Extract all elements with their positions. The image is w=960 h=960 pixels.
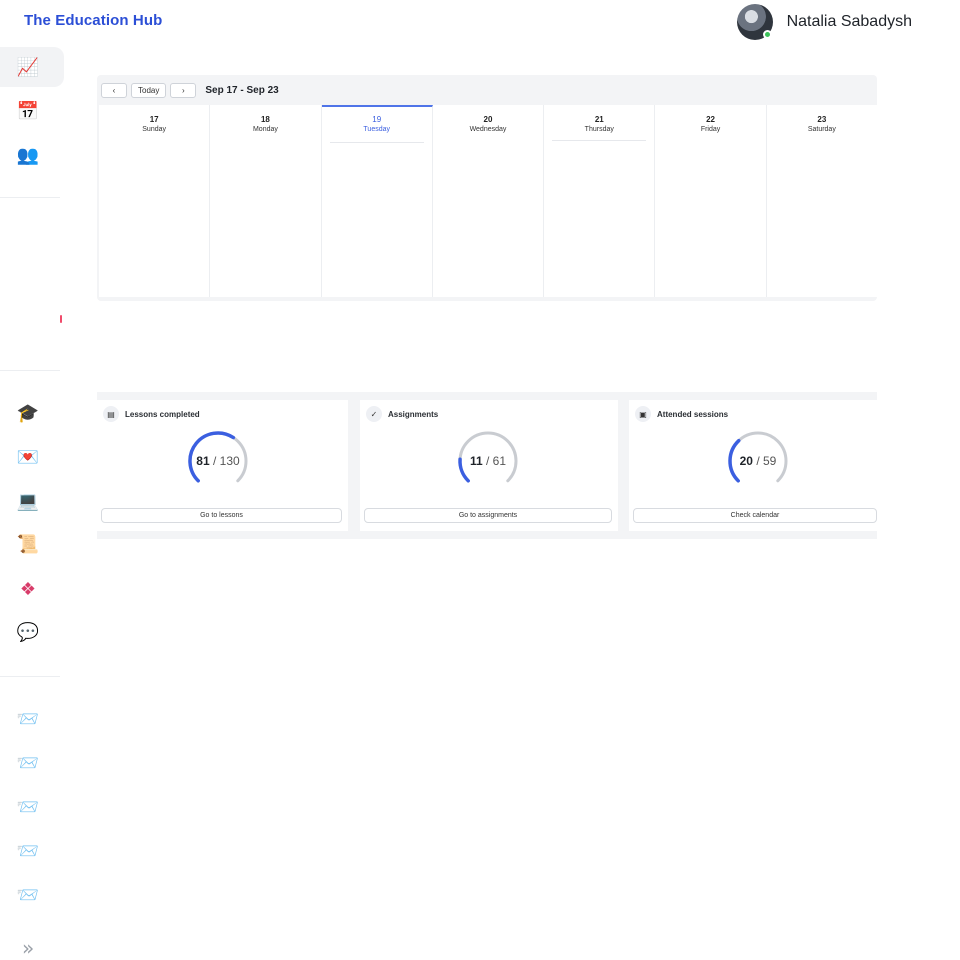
day-column[interactable]: 23 Saturday: [767, 105, 877, 297]
stat-done: 11: [469, 454, 483, 468]
inbox-icon: 📨: [16, 840, 40, 861]
day-column[interactable]: 21 Thursday: [544, 105, 656, 297]
sidebar-item-calendar[interactable]: 📅: [0, 91, 64, 131]
chat-bubble-icon: 💬: [16, 621, 40, 642]
stat-card-sessions: ▣ Attended sessions 20 / 59 Check calenda…: [629, 400, 877, 531]
sidebar-app-documents[interactable]: 📜: [0, 524, 64, 564]
day-divider: [552, 140, 647, 141]
calendar-toolbar: ‹ Today › Sep 17 - Sep 23: [97, 75, 877, 105]
inbox-icon: 📨: [16, 796, 40, 817]
sidebar-app-messages[interactable]: 💌: [0, 437, 64, 477]
notification-marker: [60, 315, 62, 323]
day-name: Sunday: [142, 126, 167, 133]
heart-letter-icon: 💌: [16, 446, 40, 467]
go-to-lessons-button[interactable]: Go to lessons: [101, 508, 342, 523]
day-column[interactable]: 18 Monday: [210, 105, 322, 297]
inbox-icon: 📨: [16, 884, 40, 905]
check-circle-icon: ✓: [366, 406, 382, 422]
session-icon: ▣: [635, 406, 651, 422]
day-number: 19: [372, 115, 382, 124]
laptop-icon: 💻: [16, 490, 40, 511]
day-name: Tuesday: [363, 126, 390, 133]
week-calendar: ‹ Today › Sep 17 - Sep 23 17 Sunday 18 Mon…: [97, 75, 877, 301]
stat-card-assignments: ✓ Assignments 11 / 61 Go to assignments: [360, 400, 618, 531]
slack-icon: ❖: [19, 578, 37, 599]
stat-total: 61: [492, 454, 507, 468]
calendar-icon: 📅: [16, 100, 40, 121]
day-number: 17: [149, 115, 159, 124]
go-to-assignments-button[interactable]: Go to assignments: [364, 508, 612, 523]
stat-done: 20: [739, 454, 753, 468]
chart-icon: 📈: [16, 56, 40, 77]
sidebar-app-chat[interactable]: 💬: [0, 612, 64, 652]
day-name: Thursday: [584, 126, 614, 133]
prev-week-button[interactable]: ‹: [101, 82, 127, 98]
check-calendar-button[interactable]: Check calendar: [633, 508, 877, 523]
sidebar-app-laptop[interactable]: 💻: [0, 481, 64, 521]
app-title[interactable]: The Education Hub: [24, 12, 162, 29]
stat-total: 130: [219, 454, 240, 468]
stat-done: 81: [196, 454, 210, 468]
day-column[interactable]: 22 Friday: [655, 105, 767, 297]
sidebar-divider: [0, 197, 60, 198]
user-profile[interactable]: Natalia Sabadysh: [736, 4, 912, 40]
online-status-dot: [762, 30, 772, 39]
stat-card-title: Lessons completed: [125, 409, 200, 419]
day-divider: [329, 142, 424, 143]
sidebar-item-people[interactable]: 👥: [0, 135, 64, 175]
day-name: Saturday: [807, 126, 836, 133]
lesson-icon: ▤: [103, 406, 119, 422]
day-column[interactable]: 20 Wednesday: [433, 105, 545, 297]
inbox-icon: 📨: [16, 708, 40, 729]
sidebar-inbox-3[interactable]: 📨: [0, 787, 64, 827]
stat-card-title: Attended sessions: [657, 409, 729, 419]
day-name: Wednesday: [469, 126, 507, 133]
sidebar-inbox-2[interactable]: 📨: [0, 743, 64, 783]
stat-total: 59: [763, 454, 777, 468]
progress-gauge: 11 / 61: [457, 430, 519, 492]
sidebar-app-courses[interactable]: 🎓: [0, 393, 64, 433]
next-week-button[interactable]: ›: [170, 82, 197, 98]
user-name: Natalia Sabadysh: [786, 13, 912, 30]
day-column[interactable]: 17 Sunday: [99, 105, 211, 297]
sidebar-inbox-4[interactable]: 📨: [0, 831, 64, 871]
progress-gauge: 20 / 59: [727, 430, 789, 492]
day-number: 22: [706, 115, 715, 124]
day-name: Friday: [700, 126, 721, 133]
graduation-cap-icon: 🎓: [16, 402, 40, 423]
sidebar: 📈 📅 👥 🎓 💌 💻 📜 ❖ 💬 📨 📨 📨 📨 📨 »: [0, 44, 64, 960]
sidebar-app-slack[interactable]: ❖: [0, 569, 64, 609]
inbox-icon: 📨: [16, 752, 40, 773]
day-name: Monday: [252, 126, 278, 133]
sidebar-inbox-5[interactable]: 📨: [0, 875, 64, 915]
sidebar-inbox-1[interactable]: 📨: [0, 699, 64, 739]
calendar-grid: 17 Sunday 18 Monday 19 Tuesday 20 Wednesday …: [99, 105, 877, 297]
day-number: 20: [483, 115, 493, 124]
progress-gauge: 81 / 130: [187, 430, 249, 492]
stat-card-title: Assignments: [388, 409, 439, 419]
sidebar-divider: [0, 370, 60, 371]
stat-card-lessons: ▤ Lessons completed 81 / 130 Go to lesson…: [97, 400, 348, 531]
sidebar-divider: [0, 676, 60, 677]
day-number: 21: [594, 115, 604, 124]
progress-stats: ▤ Lessons completed 81 / 130 Go to lesson…: [97, 392, 877, 539]
expand-sidebar-icon[interactable]: »: [22, 936, 34, 960]
sidebar-item-dashboard[interactable]: 📈: [0, 47, 64, 87]
day-column-today[interactable]: 19 Tuesday: [321, 105, 433, 297]
date-range-label: Sep 17 - Sep 23: [205, 84, 279, 96]
day-number: 23: [817, 115, 827, 124]
avatar[interactable]: [736, 4, 773, 40]
scroll-icon: 📜: [16, 533, 40, 554]
people-icon: 👥: [16, 144, 40, 165]
day-number: 18: [260, 115, 270, 124]
today-button[interactable]: Today: [131, 82, 167, 98]
